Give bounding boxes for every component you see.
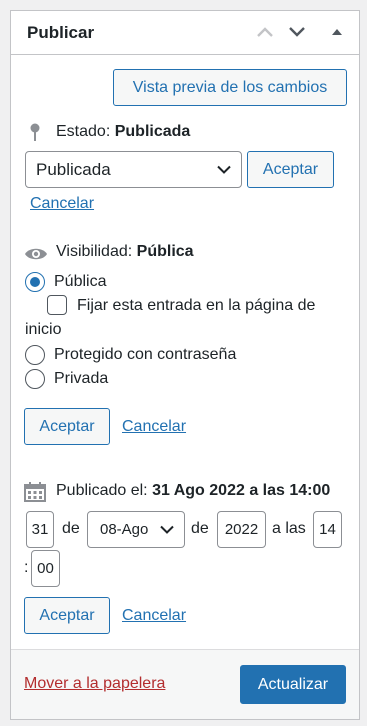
visibility-private-label: Privada	[54, 370, 109, 387]
date-de-2: de	[191, 520, 209, 537]
date-at: a las	[272, 520, 306, 537]
time-colon: :	[24, 559, 29, 576]
status-accept-button[interactable]: Aceptar	[247, 151, 334, 188]
toggle-panel-button[interactable]	[326, 21, 348, 43]
sticky-label-cont: inicio	[25, 321, 62, 338]
chevron-down-icon	[289, 27, 305, 37]
move-up-button[interactable]	[254, 21, 276, 43]
move-to-trash-link[interactable]: Mover a la papelera	[24, 675, 165, 693]
status-value: Publicada	[114, 123, 191, 140]
status-cancel-link[interactable]: Cancelar	[30, 195, 94, 213]
status-label: Estado:	[56, 123, 111, 140]
status-select[interactable]: Publicada	[25, 151, 242, 188]
visibility-public-label: Pública	[54, 273, 107, 290]
visibility-private-radio[interactable]	[25, 369, 45, 389]
hour-input[interactable]: 14	[313, 511, 342, 548]
sticky-label: Fijar esta entrada en la página de	[77, 297, 316, 314]
published-value: 31 Ago 2022 a las 14:00	[152, 482, 331, 499]
year-input[interactable]: 2022	[217, 511, 266, 548]
chevron-up-icon	[257, 27, 273, 37]
visibility-label: Visibilidad:	[56, 243, 133, 260]
calendar-icon	[24, 482, 46, 502]
publish-panel: Publicar Vista previa de los cambios Est…	[10, 10, 360, 720]
triangle-up-icon	[332, 29, 342, 35]
date-accept-button[interactable]: Aceptar	[24, 597, 110, 634]
chevron-down-icon	[217, 165, 231, 174]
date-cancel-link[interactable]: Cancelar	[122, 607, 186, 625]
panel-title: Publicar	[27, 23, 95, 42]
visibility-cancel-link[interactable]: Cancelar	[122, 418, 186, 436]
visibility-value: Pública	[136, 243, 194, 260]
chevron-down-icon	[160, 525, 174, 534]
month-select-value: 08-Ago	[100, 521, 149, 538]
status-select-value: Publicada	[36, 159, 111, 179]
day-input[interactable]: 31	[26, 511, 54, 548]
visibility-line: Visibilidad: Pública	[56, 243, 194, 261]
visibility-accept-button[interactable]: Aceptar	[24, 408, 110, 445]
visibility-public-radio[interactable]	[25, 272, 45, 292]
published-label: Publicado el:	[56, 482, 148, 499]
published-line: Publicado el: 31 Ago 2022 a las 14:00	[56, 482, 330, 500]
pin-icon	[30, 123, 40, 141]
minute-input[interactable]: 00	[31, 550, 60, 587]
eye-icon	[25, 248, 47, 260]
move-down-button[interactable]	[286, 21, 308, 43]
publish-actions: Mover a la papelera Actualizar	[11, 649, 359, 719]
sticky-checkbox[interactable]	[47, 295, 67, 315]
status-line: Estado: Publicada	[56, 123, 190, 141]
update-button[interactable]: Actualizar	[240, 665, 346, 704]
date-de-1: de	[62, 520, 80, 537]
panel-header: Publicar	[11, 11, 359, 55]
preview-changes-button[interactable]: Vista previa de los cambios	[113, 69, 347, 106]
visibility-password-label: Protegido con contraseña	[54, 346, 237, 363]
month-select[interactable]: 08-Ago	[87, 511, 185, 548]
visibility-password-radio[interactable]	[25, 345, 45, 365]
